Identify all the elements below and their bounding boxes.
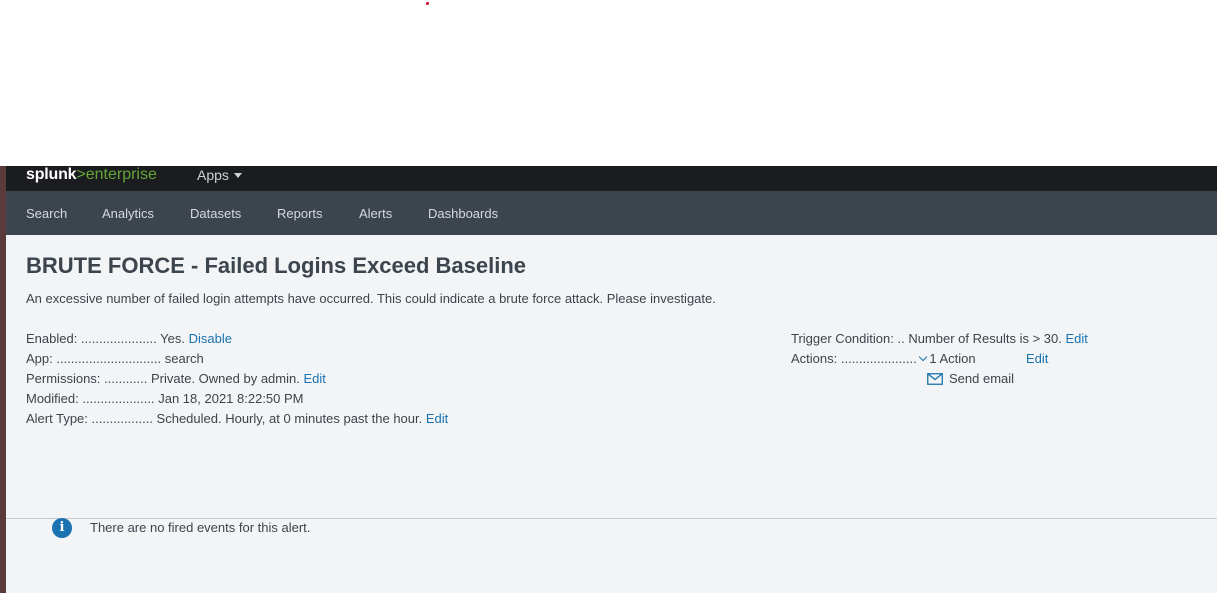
enabled-label: Enabled: .....................: [26, 331, 157, 346]
page-title: BRUTE FORCE - Failed Logins Exceed Basel…: [26, 253, 526, 278]
alert-description: An excessive number of failed login atte…: [26, 291, 716, 306]
trigger-label: Trigger Condition: ..: [791, 331, 905, 346]
field-trigger-condition: Trigger Condition: .. Number of Results …: [791, 329, 1088, 349]
envelope-icon: [927, 373, 943, 385]
apps-menu-label: Apps: [197, 167, 229, 183]
disable-link[interactable]: Disable: [189, 331, 232, 346]
logo-product: enterprise: [85, 166, 157, 183]
splunk-app: splunk>enterprise Apps Search Analytics …: [0, 166, 1217, 593]
field-modified: Modified: .................... Jan 18, 2…: [26, 389, 304, 409]
nav-reports[interactable]: Reports: [277, 191, 323, 237]
modified-value: Jan 18, 2021 8:22:50 PM: [158, 391, 304, 406]
top-bar: splunk>enterprise Apps: [6, 166, 1217, 191]
permissions-edit-link[interactable]: Edit: [303, 371, 325, 386]
actions-toggle[interactable]: 1 Action: [919, 351, 976, 366]
chevron-down-icon: [919, 352, 928, 362]
alert-type-edit-link[interactable]: Edit: [426, 411, 448, 426]
action-send-email: Send email: [927, 369, 1014, 389]
nav-search[interactable]: Search: [26, 191, 67, 237]
field-alert-type: Alert Type: ................. Scheduled.…: [26, 409, 448, 429]
app-label: App: .............................: [26, 351, 162, 366]
alert-type-value: Scheduled. Hourly, at 0 minutes past the…: [156, 411, 423, 426]
app-nav-bar: Search Analytics Datasets Reports Alerts…: [6, 191, 1217, 235]
caret-down-icon: [233, 173, 242, 178]
enabled-value: Yes.: [160, 331, 185, 346]
nav-alerts[interactable]: Alerts: [359, 191, 392, 237]
alert-type-label: Alert Type: .................: [26, 411, 153, 426]
red-dot: [426, 2, 429, 5]
actions-count: 1 Action: [929, 351, 976, 366]
logo-separator: >: [76, 166, 86, 183]
info-icon: i: [52, 518, 72, 538]
permissions-value: Private. Owned by admin.: [151, 371, 300, 386]
field-actions: Actions: ..................... 1 Action: [791, 349, 976, 369]
field-permissions: Permissions: ............ Private. Owned…: [26, 369, 326, 389]
send-email-label: Send email: [949, 371, 1015, 386]
splunk-logo[interactable]: splunk>enterprise: [26, 166, 157, 186]
trigger-value: Number of Results is > 30.: [908, 331, 1062, 346]
field-enabled: Enabled: ..................... Yes. Disa…: [26, 329, 232, 349]
actions-edit: Edit: [1026, 349, 1048, 369]
modified-label: Modified: ....................: [26, 391, 155, 406]
logo-brand: splunk: [26, 166, 77, 183]
nav-dashboards[interactable]: Dashboards: [428, 191, 498, 237]
no-events-message: There are no fired events for this alert…: [90, 520, 311, 535]
actions-label: Actions: .....................: [791, 351, 917, 366]
nav-analytics[interactable]: Analytics: [102, 191, 154, 237]
app-value: search: [164, 351, 204, 366]
main-area: splunk>enterprise Apps Search Analytics …: [6, 166, 1217, 593]
trigger-edit-link[interactable]: Edit: [1065, 331, 1087, 346]
permissions-label: Permissions: ............: [26, 371, 148, 386]
apps-menu[interactable]: Apps: [197, 166, 242, 184]
actions-edit-link[interactable]: Edit: [1026, 351, 1048, 366]
field-app: App: ............................. searc…: [26, 349, 204, 369]
nav-datasets[interactable]: Datasets: [190, 191, 241, 237]
